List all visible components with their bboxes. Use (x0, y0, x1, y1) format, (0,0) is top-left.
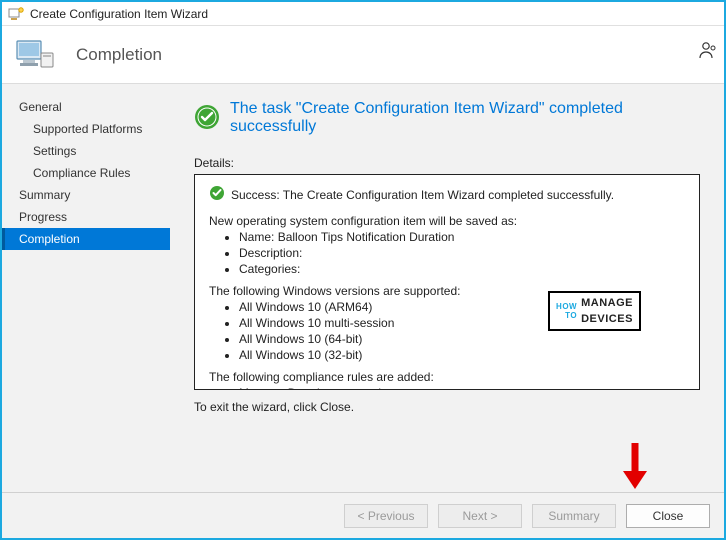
page-header: Completion (2, 26, 724, 84)
nav-summary[interactable]: Summary (2, 184, 170, 206)
exit-instruction: To exit the wizard, click Close. (194, 400, 700, 414)
details-box: Success: The Create Configuration Item W… (194, 174, 700, 390)
saved-as-list: Name: Balloon Tips Notification Duration… (209, 229, 685, 277)
sidebar: General Supported Platforms Settings Com… (2, 84, 170, 492)
next-button: Next > (438, 504, 522, 528)
wizard-icon (8, 6, 24, 22)
nav-general[interactable]: General (2, 96, 170, 118)
previous-button: < Previous (344, 504, 428, 528)
watermark: HOW TO MANAGE DEVICES (548, 291, 641, 331)
list-item: Description: (239, 245, 685, 261)
window-title: Create Configuration Item Wizard (30, 7, 208, 21)
success-heading: The task "Create Configuration Item Wiza… (230, 100, 700, 136)
list-item: MessageDuration must exist (239, 385, 685, 390)
success-check-icon (194, 104, 220, 133)
wizard-window: Create Configuration Item Wizard Complet… (0, 0, 726, 540)
content-pane: The task "Create Configuration Item Wiza… (170, 84, 724, 492)
list-item: All Windows 10 (32-bit) (239, 347, 685, 363)
list-item: All Windows 10 (64-bit) (239, 331, 685, 347)
red-arrow-annotation (620, 441, 650, 494)
details-success-line: Success: The Create Configuration Item W… (209, 185, 685, 205)
details-label: Details: (194, 156, 700, 170)
saved-as-head: New operating system configuration item … (209, 213, 685, 229)
nav-compliance-rules[interactable]: Compliance Rules (2, 162, 170, 184)
details-success-text: Success: The Create Configuration Item W… (231, 187, 614, 203)
titlebar: Create Configuration Item Wizard (2, 2, 724, 26)
nav-progress[interactable]: Progress (2, 206, 170, 228)
list-item: Categories: (239, 261, 685, 277)
success-check-small-icon (209, 185, 225, 205)
wizard-body: General Supported Platforms Settings Com… (2, 84, 724, 492)
rules-head: The following compliance rules are added… (209, 369, 685, 385)
computer-icon (12, 32, 58, 78)
list-item: Name: Balloon Tips Notification Duration (239, 229, 685, 245)
nav-supported-platforms[interactable]: Supported Platforms (2, 118, 170, 140)
rules-list: MessageDuration must exist MessageDurati… (209, 385, 685, 390)
nav-completion[interactable]: Completion (2, 228, 170, 250)
nav-settings[interactable]: Settings (2, 140, 170, 162)
summary-button: Summary (532, 504, 616, 528)
success-heading-row: The task "Create Configuration Item Wiza… (194, 100, 700, 136)
user-icon (698, 40, 718, 63)
footer: < Previous Next > Summary Close (2, 492, 724, 538)
close-button[interactable]: Close (626, 504, 710, 528)
page-title: Completion (76, 45, 162, 65)
